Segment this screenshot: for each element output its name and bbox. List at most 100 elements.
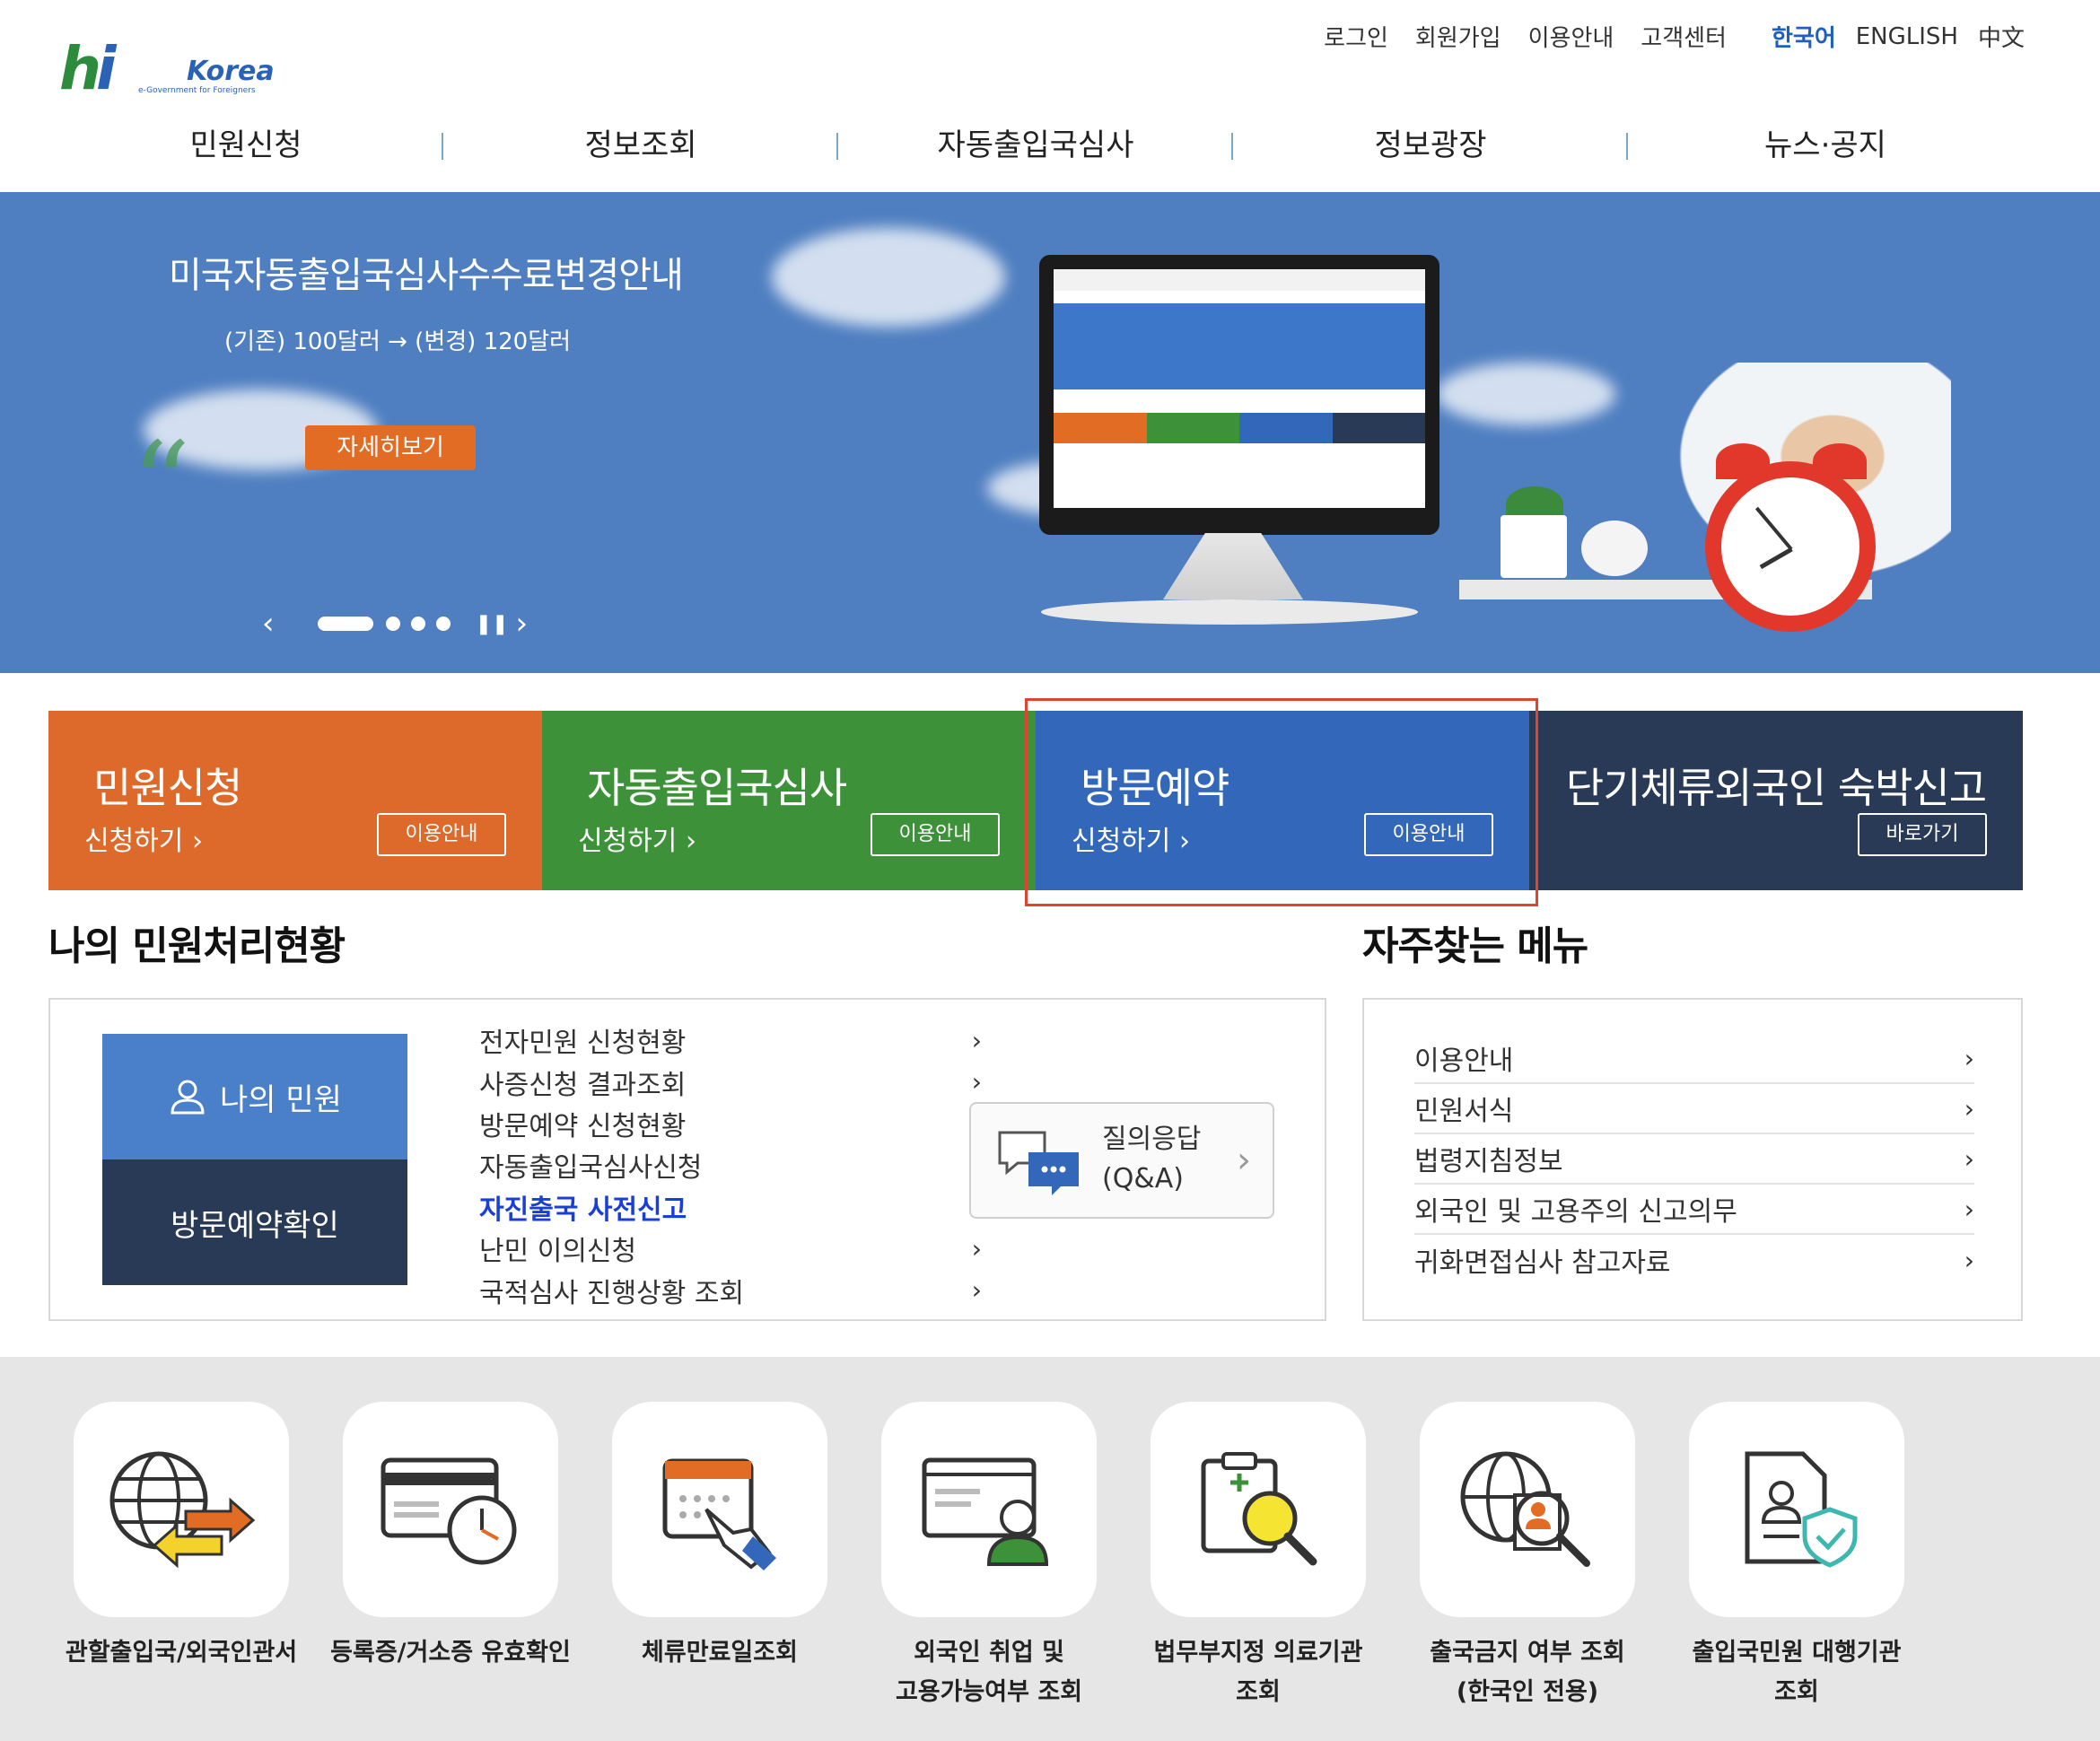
banner-indicator[interactable] bbox=[385, 617, 400, 631]
banner-prev-icon[interactable]: ‹ bbox=[262, 606, 275, 642]
piggy-bank-illustration bbox=[1581, 521, 1648, 576]
tile-visit-reservation[interactable]: 방문예약 신청하기 › 이용안내 bbox=[1036, 711, 1529, 890]
nav-civil-petition[interactable]: 민원신청 bbox=[48, 120, 443, 164]
monitor-illustration bbox=[1039, 255, 1439, 535]
login-link[interactable]: 로그인 bbox=[1324, 20, 1388, 53]
quick-menu: 관할출입국/외국인관서 등록증/거소증 유효확인 체류만료일조회 외국인 취업 … bbox=[0, 1357, 2100, 1741]
favorite-item[interactable]: 민원서식 › bbox=[1414, 1084, 1974, 1134]
chevron-right-icon: › bbox=[1964, 1245, 1974, 1275]
service-tiles: 민원신청 신청하기 › 이용안내 자동출입국심사 신청하기 › 이용안내 방문예… bbox=[48, 711, 2023, 890]
nav-info-inquiry[interactable]: 정보조회 bbox=[443, 120, 838, 164]
status-item[interactable]: 국적심사 진행상황 조회 › bbox=[479, 1269, 982, 1310]
tile-title: 자동출입국심사 bbox=[587, 764, 847, 812]
quick-medical-institution[interactable]: 법무부지정 의료기관 조회 bbox=[1124, 1402, 1393, 1712]
customer-center-link[interactable]: 고객센터 bbox=[1641, 20, 1727, 53]
quote-icon: “ bbox=[131, 416, 191, 553]
main-nav: 민원신청 정보조회 자동출입국심사 정보광장 뉴스·공지 bbox=[0, 120, 2100, 171]
browser-worker-icon bbox=[881, 1402, 1097, 1617]
banner-indicator[interactable] bbox=[410, 617, 425, 631]
tile-civil-petition[interactable]: 민원신청 신청하기 › 이용안내 bbox=[48, 711, 542, 890]
chevron-right-icon: › bbox=[1178, 826, 1190, 857]
quick-employment-check[interactable]: 외국인 취업 및 고용가능여부 조회 bbox=[854, 1402, 1124, 1712]
card-clock-icon bbox=[343, 1402, 558, 1617]
banner-indicator-active[interactable] bbox=[317, 617, 373, 631]
favorite-item[interactable]: 귀화면접심사 참고자료 › bbox=[1414, 1235, 1974, 1285]
visit-confirm-button[interactable]: 방문예약확인 bbox=[102, 1159, 407, 1285]
tile-guide-button[interactable]: 이용안내 bbox=[1364, 813, 1493, 856]
tile-apply-link[interactable]: 신청하기 › bbox=[1072, 818, 1190, 858]
calendar-hand-icon bbox=[612, 1402, 827, 1617]
alarm-clock-icon bbox=[1705, 461, 1876, 632]
status-item[interactable]: 사증신청 결과조회 › bbox=[479, 1061, 982, 1102]
chevron-right-icon: › bbox=[971, 1067, 982, 1098]
cloud-decoration bbox=[772, 228, 1005, 327]
banner-indicator[interactable] bbox=[435, 617, 451, 631]
document-shield-icon bbox=[1689, 1402, 1904, 1617]
tile-title: 단기체류외국인 숙박신고 bbox=[1565, 764, 1987, 812]
quick-agency-inquiry[interactable]: 출입국민원 대행기관 조회 bbox=[1662, 1402, 1931, 1712]
status-section-title: 나의 민원처리현황 bbox=[48, 923, 346, 969]
my-petition-button[interactable]: 나의 민원 bbox=[102, 1034, 407, 1159]
tile-accommodation-report[interactable]: 단기체류외국인 숙박신고 바로가기 bbox=[1529, 711, 2023, 890]
chevron-right-icon: › bbox=[1964, 1043, 1974, 1073]
nav-news-notice[interactable]: 뉴스·공지 bbox=[1628, 120, 2023, 164]
signup-link[interactable]: 회원가입 bbox=[1415, 20, 1501, 53]
chevron-right-icon: › bbox=[191, 826, 203, 857]
clipboard-search-icon bbox=[1151, 1402, 1366, 1617]
favorites-section-title: 자주찾는 메뉴 bbox=[1362, 923, 1588, 969]
tile-title: 민원신청 bbox=[93, 764, 242, 812]
banner-subtitle: (기존) 100달러 → (변경) 120달러 bbox=[224, 328, 572, 355]
qa-label: 질의응답 (Q&A) bbox=[1102, 1124, 1202, 1194]
quick-departure-ban[interactable]: 출국금지 여부 조회 (한국인 전용) bbox=[1393, 1402, 1662, 1712]
utility-nav: 로그인 회원가입 이용안내 고객센터 한국어 ENGLISH 中文 bbox=[1297, 20, 2025, 53]
quick-card-validity[interactable]: 등록증/거소증 유효확인 bbox=[316, 1402, 585, 1673]
chevron-right-icon: › bbox=[971, 1233, 982, 1264]
pot-illustration bbox=[1501, 515, 1567, 578]
tile-shortcut-button[interactable]: 바로가기 bbox=[1858, 813, 1987, 856]
quick-immigration-office[interactable]: 관할출입국/외국인관서 bbox=[47, 1402, 316, 1673]
cloud-decoration bbox=[1436, 363, 1615, 425]
chevron-right-icon: › bbox=[971, 1275, 982, 1306]
qa-button[interactable]: 질의응답 (Q&A) › bbox=[969, 1102, 1274, 1219]
logo-text: Korea bbox=[187, 56, 275, 87]
tile-auto-immigration[interactable]: 자동출입국심사 신청하기 › 이용안내 bbox=[542, 711, 1036, 890]
quick-stay-expiry[interactable]: 체류만료일조회 bbox=[585, 1402, 854, 1673]
chevron-right-icon: › bbox=[1237, 1140, 1251, 1181]
hikorea-logo[interactable]: hi Korea e-Government for Foreigners bbox=[59, 32, 275, 104]
lang-korean[interactable]: 한국어 bbox=[1772, 20, 1836, 53]
globe-exchange-icon bbox=[74, 1402, 289, 1617]
header: hi Korea e-Government for Foreigners 로그인… bbox=[0, 0, 2100, 192]
status-item[interactable]: 방문예약 신청현황› bbox=[479, 1103, 982, 1144]
tile-guide-button[interactable]: 이용안내 bbox=[871, 813, 1000, 856]
favorites-panel: 이용안내 › 민원서식 › 법령지침정보 › 외국인 및 고용주의 신고의무 › 귀화면… bbox=[1362, 998, 2023, 1321]
chevron-right-icon: › bbox=[1964, 1093, 1974, 1124]
chat-bubble-icon bbox=[998, 1131, 1079, 1195]
nav-auto-immigration[interactable]: 자동출입국심사 bbox=[838, 120, 1233, 164]
status-item[interactable]: 전자민원 신청현황 › bbox=[479, 1019, 982, 1061]
favorite-item[interactable]: 외국인 및 고용주의 신고의무 › bbox=[1414, 1185, 1974, 1235]
monitor-screen bbox=[1054, 269, 1425, 508]
lang-chinese[interactable]: 中文 bbox=[1978, 20, 2025, 53]
status-item[interactable]: 난민 이의신청 › bbox=[479, 1228, 982, 1269]
tile-title: 방문예약 bbox=[1081, 764, 1229, 812]
nav-info-plaza[interactable]: 정보광장 bbox=[1233, 120, 1628, 164]
chevron-right-icon: › bbox=[685, 826, 696, 857]
tile-apply-link[interactable]: 신청하기 › bbox=[84, 818, 203, 858]
status-item-highlighted[interactable]: 자진출국 사전신고› bbox=[479, 1186, 982, 1228]
logo-tagline: e-Government for Foreigners bbox=[138, 86, 256, 95]
tile-apply-link[interactable]: 신청하기 › bbox=[578, 818, 696, 858]
chevron-right-icon: › bbox=[971, 1025, 982, 1055]
favorite-item[interactable]: 이용안내 › bbox=[1414, 1034, 1974, 1084]
monitor-base bbox=[1041, 599, 1418, 625]
tile-guide-button[interactable]: 이용안내 bbox=[377, 813, 506, 856]
banner-next-icon[interactable]: › bbox=[515, 606, 528, 642]
guide-link[interactable]: 이용안내 bbox=[1528, 20, 1614, 53]
favorite-item[interactable]: 법령지침정보 › bbox=[1414, 1134, 1974, 1185]
main-banner: “ 미국자동출입국심사수수료변경안내 (기존) 100달러 → (변경) 120… bbox=[0, 192, 2100, 673]
banner-pause-icon[interactable]: ❚❚ bbox=[476, 613, 509, 635]
logo-mark: hi bbox=[59, 34, 116, 103]
banner-detail-button[interactable]: 자세히보기 bbox=[305, 425, 476, 470]
chevron-right-icon: › bbox=[1964, 1143, 1974, 1174]
status-item[interactable]: 자동출입국심사신청› bbox=[479, 1144, 982, 1185]
lang-english[interactable]: ENGLISH bbox=[1856, 23, 1958, 50]
